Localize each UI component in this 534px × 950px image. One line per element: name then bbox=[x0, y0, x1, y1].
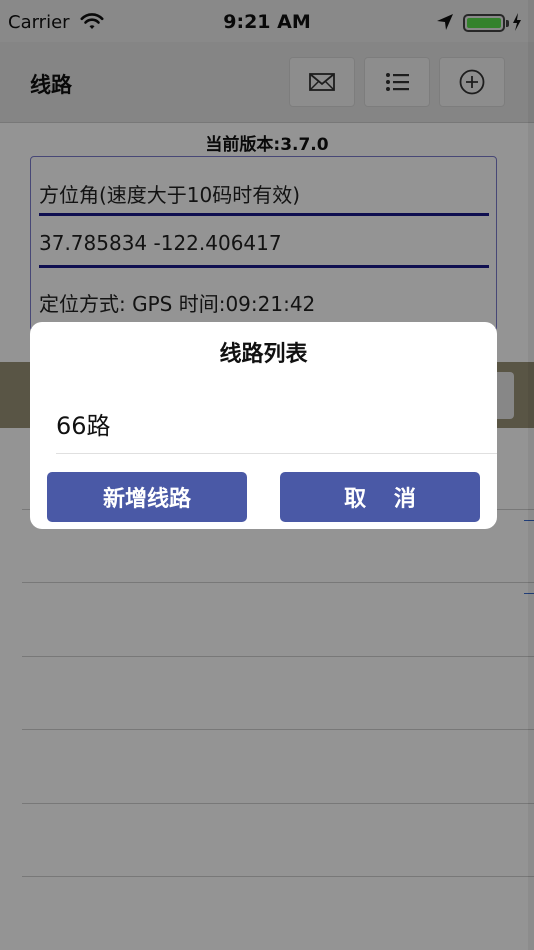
dialog-title: 线路列表 bbox=[219, 342, 308, 367]
route-list-dialog: 线路列表 66路 新增线路 取 消 bbox=[30, 322, 497, 529]
add-route-button[interactable]: 新增线路 bbox=[47, 472, 247, 522]
screen-edge bbox=[528, 0, 534, 950]
route-item[interactable]: 66路 bbox=[56, 406, 111, 441]
cancel-button[interactable]: 取 消 bbox=[280, 472, 480, 522]
dialog-divider bbox=[56, 453, 497, 454]
